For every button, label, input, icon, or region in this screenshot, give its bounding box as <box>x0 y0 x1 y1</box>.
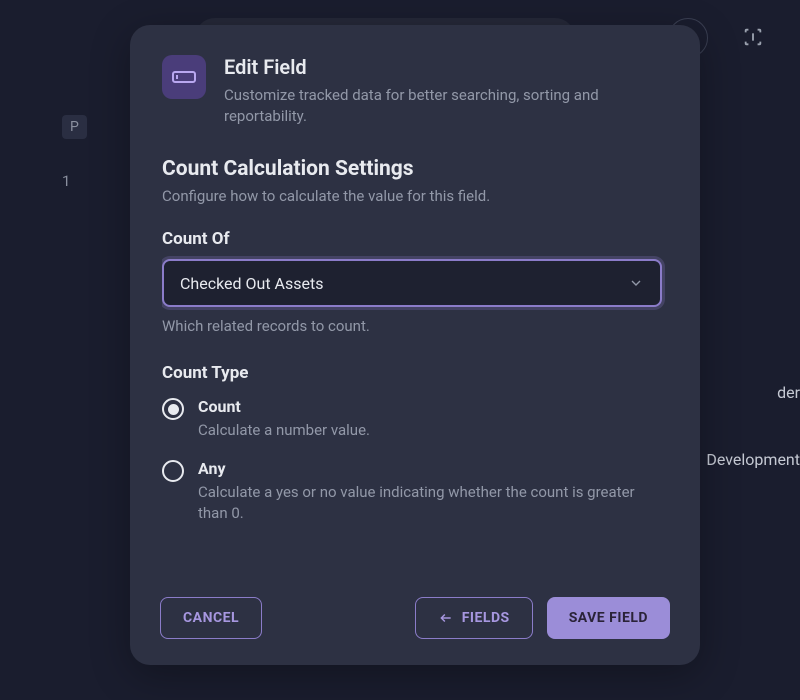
arrow-left-icon <box>438 611 454 625</box>
radio-option-any[interactable]: Any Calculate a yes or no value indicati… <box>162 459 662 524</box>
radio-desc-any: Calculate a yes or no value indicating w… <box>198 482 662 524</box>
bg-label-1: 1 <box>62 172 70 190</box>
section-subtitle: Configure how to calculate the value for… <box>162 187 662 205</box>
fields-button-label: FIELDS <box>462 610 510 626</box>
modal-body: Edit Field Customize tracked data for be… <box>130 25 700 577</box>
radio-label-any: Any <box>198 459 662 478</box>
modal-footer: CANCEL FIELDS SAVE FIELD <box>130 577 700 665</box>
radio-option-count[interactable]: Count Calculate a number value. <box>162 397 662 441</box>
count-of-help: Which related records to count. <box>162 317 662 335</box>
bg-text-development: Development <box>706 450 800 469</box>
section-title: Count Calculation Settings <box>162 157 662 181</box>
radio-label-count: Count <box>198 397 370 416</box>
scan-icon[interactable] <box>742 26 764 48</box>
bg-text-der: der <box>777 383 800 402</box>
count-of-label: Count Of <box>162 229 662 249</box>
count-of-dropdown[interactable]: Checked Out Assets <box>162 259 662 307</box>
save-field-button[interactable]: SAVE FIELD <box>547 597 670 639</box>
bg-badge-p: P <box>62 115 87 139</box>
field-icon <box>172 68 196 86</box>
modal-subtitle: Customize tracked data for better search… <box>224 85 662 127</box>
count-type-label: Count Type <box>162 363 662 383</box>
fields-button[interactable]: FIELDS <box>415 597 533 639</box>
field-icon-box <box>162 55 206 99</box>
radio-circle-any <box>162 460 184 482</box>
modal-header: Edit Field Customize tracked data for be… <box>162 55 662 127</box>
edit-field-modal: Edit Field Customize tracked data for be… <box>130 25 700 665</box>
radio-circle-count <box>162 398 184 420</box>
radio-desc-count: Calculate a number value. <box>198 420 370 441</box>
cancel-button[interactable]: CANCEL <box>160 597 262 639</box>
chevron-down-icon <box>628 275 644 291</box>
count-of-value: Checked Out Assets <box>180 274 323 293</box>
modal-title: Edit Field <box>224 55 662 79</box>
count-type-radio-group: Count Calculate a number value. Any Calc… <box>162 397 662 524</box>
